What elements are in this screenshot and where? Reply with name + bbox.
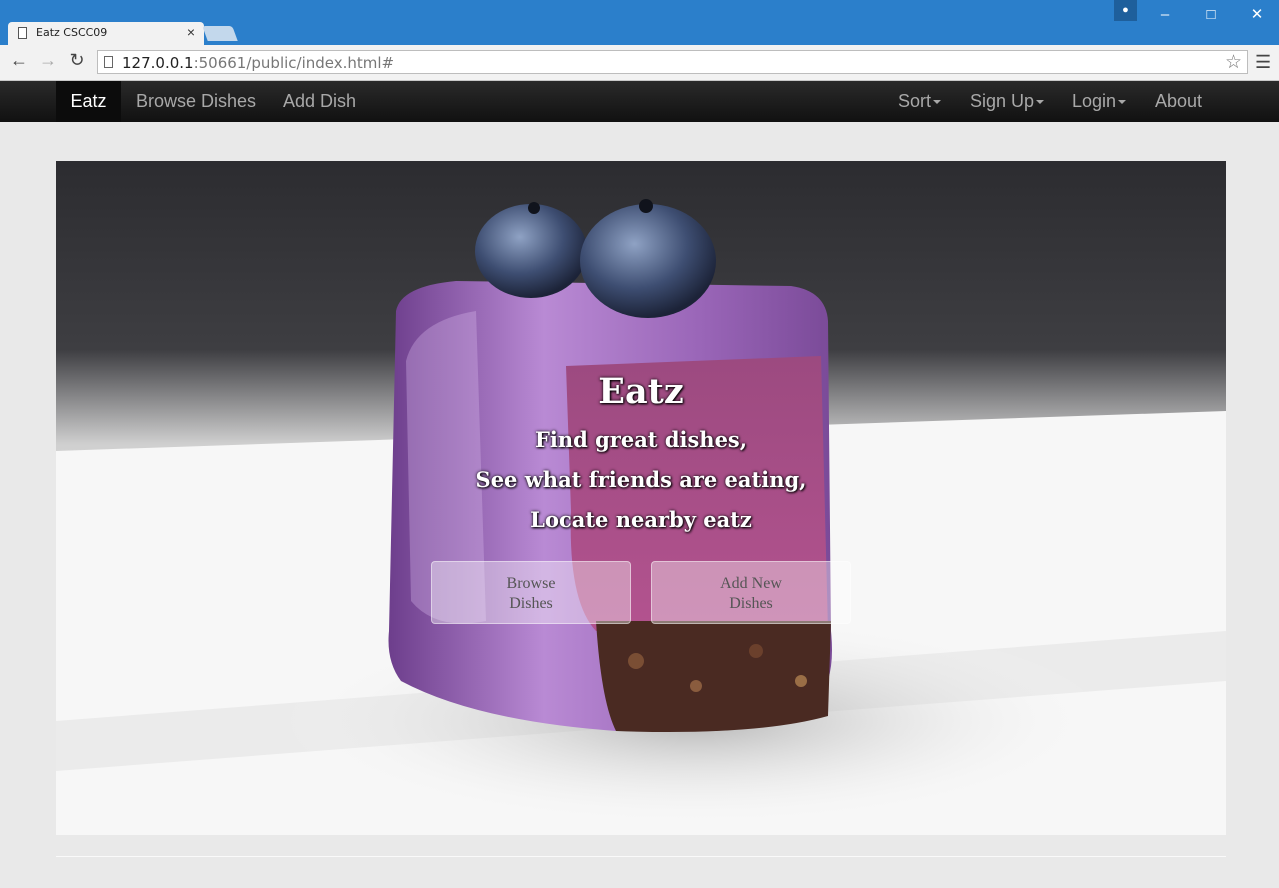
maximize-icon[interactable]: □ <box>1188 0 1234 30</box>
tab-title: Eatz CSCC09 <box>36 26 108 39</box>
hero-cake-image <box>56 161 1226 835</box>
footer-divider <box>56 856 1226 857</box>
user-profile-icon[interactable]: ● <box>1114 0 1137 21</box>
site-navbar: Eatz Browse Dishes Add Dish Sort Sign Up… <box>0 81 1279 122</box>
minimize-icon[interactable]: – <box>1142 0 1188 30</box>
browser-menu-icon[interactable]: ☰ <box>1255 52 1271 73</box>
page-icon <box>104 56 113 68</box>
nav-signup-dropdown[interactable]: Sign Up <box>970 81 1045 122</box>
browser-tab[interactable]: Eatz CSCC09 × <box>8 22 204 45</box>
hero-tagline-2: See what friends are eating, <box>475 467 807 492</box>
hero-title: Eatz <box>598 371 684 412</box>
nav-sort-dropdown[interactable]: Sort <box>898 81 942 122</box>
hero-tagline-3: Locate nearby eatz <box>530 507 752 532</box>
browser-toolbar: ← → ↻ 127.0.0.1:50661/public/index.html#… <box>0 45 1279 81</box>
bookmark-star-icon[interactable]: ☆ <box>1225 51 1242 74</box>
nav-about[interactable]: About <box>1155 81 1202 122</box>
reload-icon[interactable]: ↻ <box>66 50 88 71</box>
nav-browse-dishes[interactable]: Browse Dishes <box>136 81 256 122</box>
nav-add-dish[interactable]: Add Dish <box>283 81 356 122</box>
browser-titlebar: Eatz CSCC09 × ● – □ ✕ <box>0 0 1279 45</box>
address-bar[interactable]: 127.0.0.1:50661/public/index.html# ☆ <box>97 50 1248 74</box>
close-window-icon[interactable]: ✕ <box>1234 0 1279 30</box>
hero-tagline-1: Find great dishes, <box>534 427 748 452</box>
nav-login-dropdown[interactable]: Login <box>1072 81 1127 122</box>
url-text[interactable]: 127.0.0.1:50661/public/index.html# <box>122 54 394 72</box>
back-arrow-icon[interactable]: ← <box>8 50 30 71</box>
page-icon <box>18 27 27 39</box>
caret-down-icon <box>1118 100 1127 105</box>
hero-banner: Eatz Find great dishes, See what friends… <box>56 161 1226 835</box>
browse-dishes-button[interactable]: Browse Dishes <box>431 561 631 624</box>
brand-link[interactable]: Eatz <box>56 81 121 122</box>
close-tab-icon[interactable]: × <box>187 24 195 40</box>
caret-down-icon <box>1036 100 1045 105</box>
caret-down-icon <box>933 100 942 105</box>
new-tab-button[interactable] <box>202 26 238 41</box>
forward-arrow-icon[interactable]: → <box>37 50 59 71</box>
add-new-dishes-button[interactable]: Add New Dishes <box>651 561 851 624</box>
